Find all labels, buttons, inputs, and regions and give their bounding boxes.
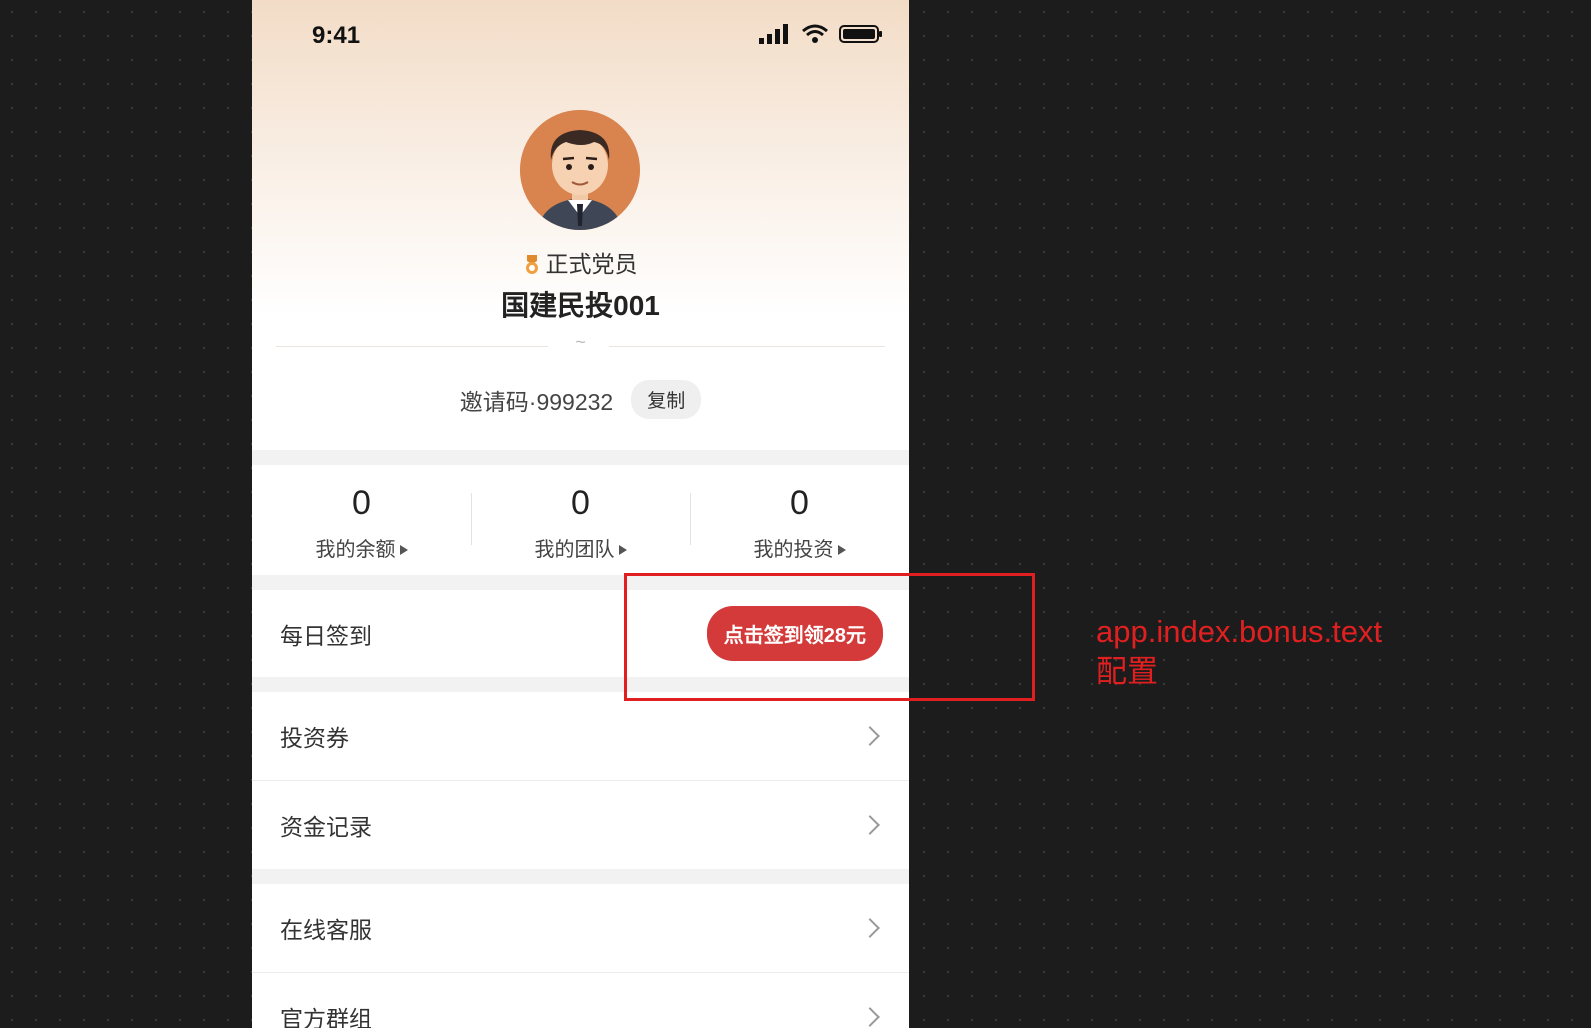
stat-value: 0 <box>352 484 371 522</box>
divider-right <box>609 346 885 347</box>
chevron-right-icon <box>860 1007 880 1027</box>
menu-item-label: 在线客服 <box>280 917 372 943</box>
stat-label: 我的余额 <box>315 539 396 561</box>
copy-button[interactable]: 复制 <box>631 380 702 419</box>
annotation-line-config-key: app.index.bonus.text <box>1096 614 1383 649</box>
menu-item-coupon[interactable]: 投资券 <box>252 692 909 780</box>
rank-label: 正式党员 <box>545 251 638 277</box>
menu-item-label: 资金记录 <box>280 814 372 840</box>
battery-icon <box>839 25 882 43</box>
divider-tilde: ~ <box>575 332 586 352</box>
menu-item-label: 投资券 <box>280 725 349 751</box>
wifi-icon <box>802 24 828 43</box>
menu-item-service[interactable]: 在线客服 <box>252 884 909 972</box>
menu-item-group[interactable]: 官方群组 <box>252 973 909 1028</box>
invite-row: 邀请码·999232 复制 <box>252 380 909 419</box>
play-arrow-icon <box>837 545 846 555</box>
signal-icon <box>759 24 788 44</box>
chevron-right-icon <box>860 918 880 938</box>
phone-screen: 9:41 正式党员 国建民投001 ~ 邀请码·999232 复制 0 我的余额… <box>252 0 909 1028</box>
stat-label: 我的团队 <box>534 539 615 561</box>
member-rank: 正式党员 <box>252 245 909 279</box>
stat-balance[interactable]: 0 我的余额 <box>252 465 471 575</box>
profile-header: 9:41 正式党员 国建民投001 ~ 邀请码·999232 复制 <box>252 0 909 450</box>
annotation-highlight-box <box>624 573 1035 701</box>
status-bar: 9:41 <box>252 0 909 70</box>
menu-item-funds[interactable]: 资金记录 <box>252 781 909 869</box>
stat-investment[interactable]: 0 我的投资 <box>690 465 909 575</box>
avatar[interactable] <box>520 110 640 230</box>
menu-item-label: 官方群组 <box>280 1006 372 1028</box>
play-arrow-icon <box>399 545 408 555</box>
status-time: 9:41 <box>312 22 361 49</box>
username: 国建民投001 <box>501 290 660 321</box>
chevron-right-icon <box>860 815 880 835</box>
medal-icon <box>525 255 538 274</box>
chevron-right-icon <box>860 726 880 746</box>
annotation-note: app.index.bonus.text 配置 <box>1096 612 1382 692</box>
stat-team[interactable]: 0 我的团队 <box>471 465 690 575</box>
stat-label: 我的投资 <box>753 539 834 561</box>
stat-value: 0 <box>571 484 590 522</box>
stat-value: 0 <box>790 484 809 522</box>
annotation-line-label: 配置 <box>1096 654 1158 689</box>
play-arrow-icon <box>618 545 627 555</box>
status-icons <box>759 24 883 44</box>
stats-bar: 0 我的余额 0 我的团队 0 我的投资 <box>252 465 909 575</box>
invite-code: 邀请码·999232 <box>459 388 614 415</box>
